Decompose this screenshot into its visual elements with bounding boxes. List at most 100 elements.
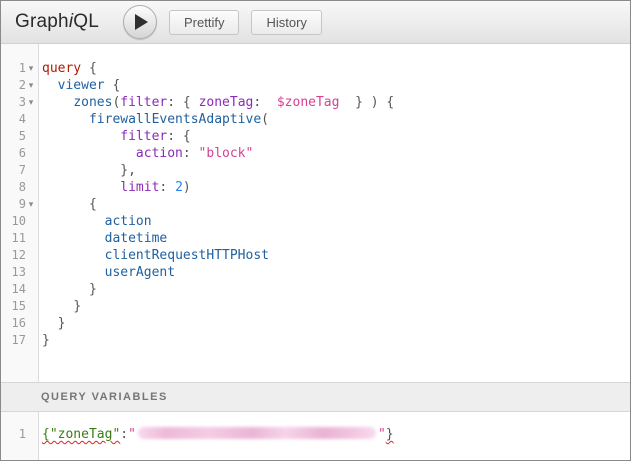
- line-number: 4: [19, 111, 26, 128]
- variables-code-area[interactable]: {"zoneTag":""}: [39, 412, 630, 460]
- code-token: [42, 248, 105, 263]
- code-line[interactable]: viewer {: [42, 77, 630, 94]
- play-icon: [135, 14, 148, 30]
- code-line[interactable]: filter: {: [42, 128, 630, 145]
- line-number: 10: [12, 213, 26, 230]
- code-line[interactable]: {"zoneTag":""}: [42, 426, 630, 443]
- code-token: :: [167, 95, 183, 110]
- code-token: {: [112, 78, 120, 93]
- code-token: :: [183, 146, 199, 161]
- code-token: [42, 231, 105, 246]
- line-number: 17: [12, 332, 26, 349]
- code-token: {: [183, 129, 191, 144]
- code-token: {: [183, 95, 199, 110]
- gutter-line: 1▾: [1, 60, 38, 77]
- code-token: query: [42, 61, 81, 76]
- code-token: datetime: [105, 231, 168, 246]
- code-token: [42, 180, 120, 195]
- code-token: limit: [120, 180, 159, 195]
- gutter-line: 11▾: [1, 230, 38, 247]
- code-line[interactable]: {: [42, 196, 630, 213]
- gutter-line: 13▾: [1, 264, 38, 281]
- gutter-line: 4▾: [1, 111, 38, 128]
- query-code-area[interactable]: query { viewer { zones(filter: { zoneTag…: [39, 44, 630, 382]
- gutter-line: 6▾: [1, 145, 38, 162]
- history-button[interactable]: History: [251, 10, 321, 35]
- code-token: (: [261, 112, 269, 127]
- code-token: userAgent: [105, 265, 175, 280]
- line-number: 5: [19, 128, 26, 145]
- logo-text: Graph: [15, 11, 69, 32]
- code-token: [42, 316, 58, 331]
- code-token: } ) {: [339, 95, 394, 110]
- code-token: [42, 265, 105, 280]
- code-token: $zoneTag: [277, 95, 340, 110]
- query-editor[interactable]: 1▾2▾3▾4▾5▾6▾7▾8▾9▾10▾11▾12▾13▾14▾15▾16▾1…: [1, 44, 630, 382]
- code-line[interactable]: zones(filter: { zoneTag: $zoneTag } ) {: [42, 94, 630, 111]
- line-number: 14: [12, 281, 26, 298]
- gutter-line: 17▾: [1, 332, 38, 349]
- gutter-line: 7▾: [1, 162, 38, 179]
- line-number-gutter: 1▾2▾3▾4▾5▾6▾7▾8▾9▾10▾11▾12▾13▾14▾15▾16▾1…: [1, 44, 39, 382]
- gutter-line: 2▾: [1, 77, 38, 94]
- code-line[interactable]: firewallEventsAdaptive(: [42, 111, 630, 128]
- graphiql-window: GraphiQL Prettify History 1▾2▾3▾4▾5▾6▾7▾…: [0, 0, 631, 461]
- gutter-line: 16▾: [1, 315, 38, 332]
- code-token: 2: [175, 180, 183, 195]
- code-token: [42, 214, 105, 229]
- fold-arrow-icon[interactable]: ▾: [26, 196, 36, 213]
- code-token: }: [42, 333, 50, 348]
- variables-editor[interactable]: 1▾ {"zoneTag":""}: [1, 412, 630, 460]
- fold-arrow-icon[interactable]: ▾: [26, 60, 36, 77]
- code-token: {"zoneTag": [42, 427, 120, 442]
- code-token: firewallEventsAdaptive: [89, 112, 261, 127]
- code-line[interactable]: limit: 2): [42, 179, 630, 196]
- fold-arrow-icon[interactable]: ▾: [26, 77, 36, 94]
- code-token: [42, 146, 136, 161]
- gutter-line: 8▾: [1, 179, 38, 196]
- line-number: 12: [12, 247, 26, 264]
- fold-arrow-icon[interactable]: ▾: [26, 94, 36, 111]
- execute-button[interactable]: [123, 5, 157, 39]
- code-token: "block": [199, 146, 254, 161]
- code-token: {: [89, 197, 97, 212]
- code-line[interactable]: action: [42, 213, 630, 230]
- code-line[interactable]: }: [42, 315, 630, 332]
- code-line[interactable]: query {: [42, 60, 630, 77]
- gutter-line: 5▾: [1, 128, 38, 145]
- line-number: 2: [19, 77, 26, 94]
- code-token: [81, 61, 89, 76]
- code-token: [42, 112, 89, 127]
- code-token: :: [167, 129, 183, 144]
- graphiql-logo: GraphiQL: [15, 11, 99, 33]
- code-token: :: [253, 95, 261, 110]
- code-token: [42, 197, 89, 212]
- code-token: }: [89, 282, 97, 297]
- code-token: [42, 78, 58, 93]
- code-token: ): [183, 180, 191, 195]
- redacted-value: [138, 427, 376, 439]
- line-number: 13: [12, 264, 26, 281]
- code-token: viewer: [58, 78, 105, 93]
- code-line[interactable]: }: [42, 298, 630, 315]
- code-line[interactable]: action: "block": [42, 145, 630, 162]
- code-line[interactable]: }: [42, 281, 630, 298]
- line-number: 3: [19, 94, 26, 111]
- code-token: filter: [120, 129, 167, 144]
- code-line[interactable]: }: [42, 332, 630, 349]
- code-line[interactable]: userAgent: [42, 264, 630, 281]
- code-token: {: [89, 61, 97, 76]
- prettify-button[interactable]: Prettify: [169, 10, 239, 35]
- code-line[interactable]: },: [42, 162, 630, 179]
- code-line[interactable]: clientRequestHTTPHost: [42, 247, 630, 264]
- line-number: 8: [19, 179, 26, 196]
- query-variables-header[interactable]: QUERY VARIABLES: [1, 382, 630, 412]
- gutter-line: 10▾: [1, 213, 38, 230]
- code-token: [261, 95, 277, 110]
- code-token: :: [159, 180, 175, 195]
- line-number: 15: [12, 298, 26, 315]
- variables-line-number-gutter: 1▾: [1, 412, 39, 460]
- logo-text: QL: [73, 11, 99, 32]
- code-line[interactable]: datetime: [42, 230, 630, 247]
- line-number: 7: [19, 162, 26, 179]
